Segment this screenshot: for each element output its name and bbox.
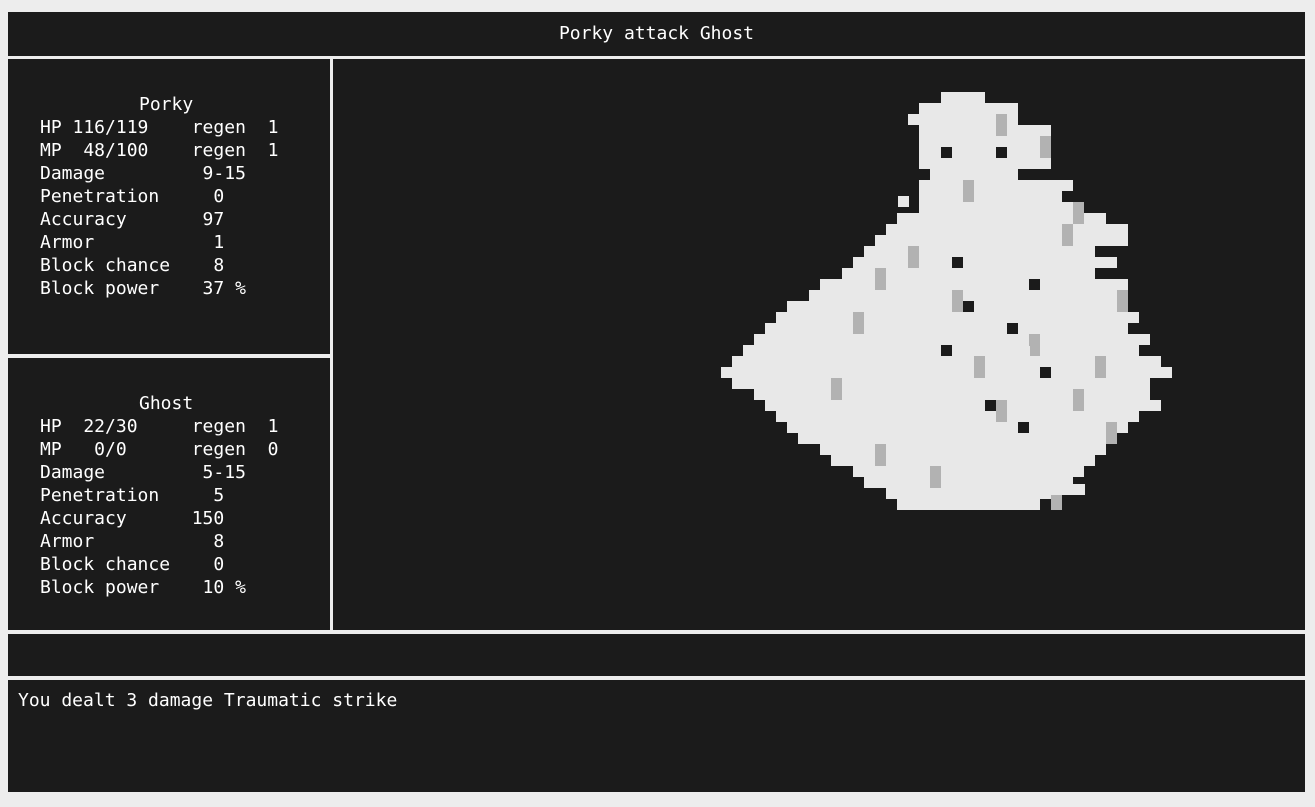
- enemy-accuracy-line: Accuracy 150: [40, 508, 225, 529]
- action-bar: [8, 634, 1305, 676]
- combat-log-panel: You dealt 3 damage Traumatic strike: [8, 680, 1305, 792]
- title-bar: Porky attack Ghost: [8, 12, 1305, 56]
- player-mp-line: MP 48/100 regen 1: [40, 140, 279, 161]
- enemy-sprite-panel: [333, 59, 1305, 630]
- player-armor-line: Armor 1: [40, 232, 225, 253]
- battle-title: Porky attack Ghost: [558, 23, 755, 44]
- player-penetration-line: Penetration 0: [40, 186, 225, 207]
- player-accuracy-line: Accuracy 97: [40, 209, 225, 230]
- player-block-power-line: Block power 37 %: [40, 278, 246, 299]
- combat-log-message: You dealt 3 damage Traumatic strike: [18, 690, 398, 711]
- enemy-block-chance-line: Block chance 0: [40, 554, 225, 575]
- enemy-block-power-line: Block power 10 %: [40, 577, 246, 598]
- player-stats-panel: Porky HP 116/119 regen 1 MP 48/100 regen 1…: [8, 59, 330, 354]
- enemy-stats-panel: Ghost HP 22/30 regen 1 MP 0/0 regen 0 Damag…: [8, 358, 330, 630]
- enemy-stats: Ghost HP 22/30 regen 1 MP 0/0 regen 0 Damag…: [40, 392, 278, 599]
- enemy-penetration-line: Penetration 5: [40, 485, 225, 506]
- enemy-damage-line: Damage 5-15: [40, 462, 246, 483]
- player-block-chance-line: Block chance 8: [40, 255, 225, 276]
- enemy-name: Ghost: [139, 393, 194, 414]
- enemy-armor-line: Armor 8: [40, 531, 225, 552]
- ghost-sprite-icon: [721, 92, 1172, 510]
- player-hp-line: HP 116/119 regen 1: [40, 117, 279, 138]
- enemy-hp-line: HP 22/30 regen 1: [40, 416, 279, 437]
- player-stats: Porky HP 116/119 regen 1 MP 48/100 regen 1…: [40, 93, 278, 300]
- enemy-mp-line: MP 0/0 regen 0: [40, 439, 279, 460]
- player-name: Porky: [139, 94, 194, 115]
- player-damage-line: Damage 9-15: [40, 163, 246, 184]
